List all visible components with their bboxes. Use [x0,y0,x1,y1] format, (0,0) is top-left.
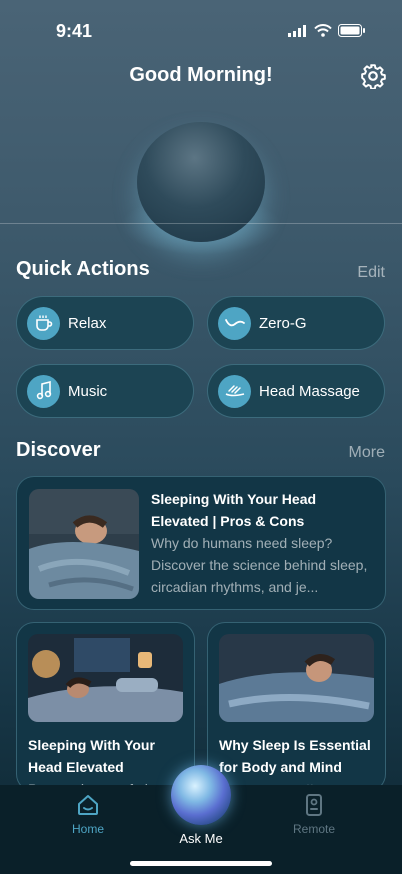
page-title: Good Morning! [129,64,273,86]
chair-status-orb [137,122,265,242]
quick-action-music[interactable]: Music [16,364,194,418]
status-bar: 9:41 [0,0,402,54]
quick-action-zero-g[interactable]: Zero-G [207,296,385,350]
article-title: Sleeping With Your Head Elevated | Pros … [151,491,317,529]
music-note-icon [27,374,60,408]
article-image [29,489,139,599]
article-card[interactable]: Why Sleep Is Essential for Body and Mind… [207,622,386,792]
home-indicator [130,861,272,866]
ask-me-label: Ask Me [179,831,223,846]
discover-title: Discover [16,439,101,461]
tab-remote[interactable]: Remote [274,793,354,836]
article-card[interactable]: Sleeping With Your Head Elevated Pros an… [16,622,195,792]
article-image [219,634,374,722]
status-icons [288,24,366,37]
status-time: 9:41 [56,21,93,41]
quick-action-label: Zero-G [259,314,307,332]
featured-article-card[interactable]: Sleeping With Your Head Elevated | Pros … [16,476,386,610]
gear-icon[interactable] [360,63,386,89]
ask-me-orb-button[interactable] [171,765,231,825]
article-title: Why Sleep Is Essential for Body and Mind [219,737,371,775]
signal-icon [288,24,306,37]
cup-icon [27,306,60,340]
quick-action-relax[interactable]: Relax [16,296,194,350]
article-title: Sleeping With Your Head Elevated [28,737,155,775]
quick-action-label: Head Massage [259,382,360,400]
home-icon [78,795,98,815]
more-button[interactable]: More [349,444,385,462]
hero-divider [0,223,402,224]
quick-action-label: Music [68,382,108,400]
massage-icon [218,374,251,408]
edit-button[interactable]: Edit [357,264,385,282]
zero-g-icon [218,306,251,340]
quick-actions-title: Quick Actions [16,258,150,280]
article-image [28,634,183,722]
battery-icon [338,24,365,37]
remote-icon [306,794,322,816]
tab-home[interactable]: Home [48,793,128,836]
article-description: Why do humans need sleep? Discover the s… [151,535,368,595]
quick-action-head-massage[interactable]: Head Massage [207,364,385,418]
quick-action-label: Relax [68,314,107,332]
wifi-icon [314,24,332,37]
